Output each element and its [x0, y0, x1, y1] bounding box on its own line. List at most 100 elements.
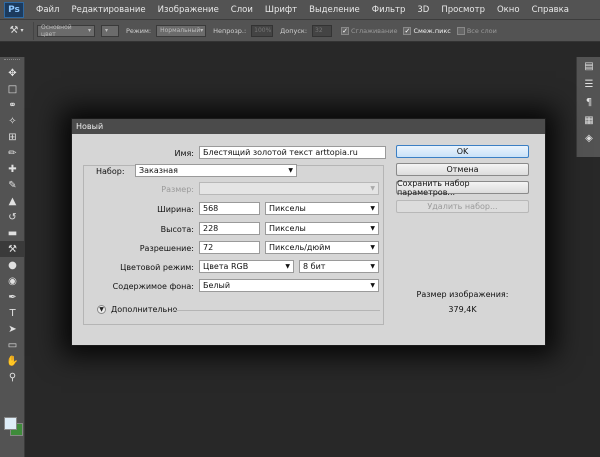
blur-icon[interactable]: ● [0, 257, 25, 273]
resolution-unit-select[interactable]: Пиксель/дюйм ▼ [265, 241, 379, 254]
tolerance-value: 32 [315, 27, 323, 34]
all-layers-label: Все слои [466, 26, 497, 35]
type-icon[interactable]: T [0, 305, 25, 321]
anti-alias-checkbox[interactable]: ✓ [341, 26, 350, 35]
size-select[interactable]: ▼ [199, 182, 379, 195]
delete-preset-button[interactable]: Удалить набор... [396, 200, 529, 213]
paint-bucket-icon[interactable]: ⚒ [0, 241, 25, 257]
crop-icon[interactable]: ⊞ [0, 129, 25, 145]
resolution-unit-value: Пиксель/дюйм [269, 243, 331, 252]
foreground-color-swatch[interactable] [4, 417, 17, 430]
marquee-icon[interactable]: □ [0, 81, 25, 97]
channels-panel-icon[interactable]: ◈ [577, 129, 600, 147]
quick-select-icon[interactable]: ✧ [0, 113, 25, 129]
color-mode-label: Цветовой режим: [120, 263, 194, 272]
menu-3d[interactable]: 3D [411, 5, 435, 15]
eyedropper-icon[interactable]: ✏ [0, 145, 25, 161]
all-layers-checkbox[interactable] [456, 26, 465, 35]
dodge-icon[interactable]: ◉ [0, 273, 25, 289]
color-mode-value: Цвета RGB [203, 262, 249, 271]
fill-source-value: Основной цвет [41, 23, 72, 38]
properties-panel-icon[interactable]: ☰ [577, 75, 600, 93]
resolution-field[interactable]: 72 [199, 241, 260, 254]
shape-icon[interactable]: ▭ [0, 337, 25, 353]
preset-select[interactable]: Заказная ▼ [135, 164, 297, 177]
image-size-value: 379,4K [448, 305, 477, 314]
chevron-down-icon: ▼ [370, 263, 375, 270]
cancel-button[interactable]: Отмена [396, 163, 529, 176]
healing-icon[interactable]: ✚ [0, 161, 25, 177]
width-field[interactable]: 568 [199, 202, 260, 215]
history-brush-icon[interactable]: ↺ [0, 209, 25, 225]
zoom-icon[interactable]: ⚲ [0, 369, 25, 385]
frame-corner [83, 165, 92, 174]
chevron-down-icon: ▼ [370, 282, 375, 289]
menu-filter[interactable]: Фильтр [366, 5, 412, 15]
tools-panel: ✥ □ ⚭ ✧ ⊞ ✏ ✚ ✎ ▲ ↺ ▬ ⚒ ● ◉ ✒ T ➤ ▭ ✋ ⚲ [0, 57, 25, 457]
paint-bucket-icon: ⚒ [9, 25, 19, 36]
chevron-down-icon: ▼ [370, 205, 375, 212]
preset-value: Заказная [139, 166, 178, 175]
width-label: Ширина: [157, 205, 194, 214]
height-unit-select[interactable]: Пикселы ▼ [265, 222, 379, 235]
save-preset-button[interactable]: Сохранить набор параметров... [396, 179, 529, 197]
image-size-label: Размер изображения: [416, 290, 509, 299]
path-select-icon[interactable]: ➤ [0, 321, 25, 337]
contiguous-checkbox[interactable]: ✓ [403, 26, 412, 35]
height-field[interactable]: 228 [199, 222, 260, 235]
move-icon[interactable]: ✥ [0, 65, 25, 81]
menu-view[interactable]: Просмотр [435, 5, 491, 15]
tolerance-label: Допуск: [280, 26, 308, 35]
color-mode-select[interactable]: Цвета RGB ▼ [199, 260, 294, 273]
stamp-icon[interactable]: ▲ [0, 193, 25, 209]
hand-icon[interactable]: ✋ [0, 353, 25, 369]
options-bar: ⚒ ▾ Основной цвет ▾ ▾ Режим: Нормальный ▾ Н… [0, 20, 600, 42]
toolbar-grip[interactable] [4, 59, 20, 63]
lasso-icon[interactable]: ⚭ [0, 97, 25, 113]
bit-depth-value: 8 бит [303, 262, 326, 271]
mode-select[interactable]: Нормальный ▾ [156, 24, 207, 37]
tolerance-field[interactable]: 32 [312, 24, 333, 37]
opacity-value: 100% [254, 27, 272, 34]
menu-edit[interactable]: Редактирование [65, 5, 151, 15]
history-panel-icon[interactable]: ▤ [577, 57, 600, 75]
dialog-title: Новый [72, 119, 545, 134]
panel-dock: ▤ ☰ ¶ ▦ ◈ [576, 57, 600, 157]
width-unit-select[interactable]: Пикселы ▼ [265, 202, 379, 215]
chevron-down-icon: ▼ [288, 167, 293, 174]
chevron-down-icon: ▼ [370, 225, 375, 232]
name-label: Имя: [174, 149, 194, 158]
menu-type[interactable]: Шрифт [259, 5, 303, 15]
menu-file[interactable]: Файл [30, 5, 65, 15]
eraser-icon[interactable]: ▬ [0, 225, 25, 241]
size-label: Размер: [161, 185, 194, 194]
ok-button[interactable]: OK [396, 145, 529, 158]
menu-window[interactable]: Окно [491, 5, 526, 15]
photoshop-logo-icon: Ps [4, 1, 24, 18]
advanced-divider [172, 310, 380, 311]
menu-select[interactable]: Выделение [303, 5, 366, 15]
bit-depth-select[interactable]: 8 бит ▼ [299, 260, 379, 273]
background-label: Содержимое фона: [112, 282, 194, 291]
tool-preset-picker[interactable]: ⚒ ▾ [0, 21, 34, 40]
brush-icon[interactable]: ✎ [0, 177, 25, 193]
advanced-toggle-icon[interactable]: ▼ [97, 305, 106, 314]
paragraph-panel-icon[interactable]: ¶ [577, 93, 600, 111]
layers-panel-icon[interactable]: ▦ [577, 111, 600, 129]
chevron-down-icon: ▼ [370, 244, 375, 251]
mode-label: Режим: [126, 26, 152, 35]
menu-help[interactable]: Справка [526, 5, 575, 15]
menu-image[interactable]: Изображение [152, 5, 225, 15]
menu-layers[interactable]: Слои [225, 5, 259, 15]
background-select[interactable]: Белый ▼ [199, 279, 379, 292]
background-value: Белый [203, 281, 231, 290]
advanced-label[interactable]: Дополнительно [111, 305, 177, 314]
chevron-down-icon: ▼ [370, 185, 375, 192]
name-field[interactable]: Блестящий золотой текст arttopia.ru [199, 146, 386, 159]
height-unit-value: Пикселы [269, 224, 306, 233]
pattern-picker[interactable]: ▾ [101, 24, 119, 37]
fill-source-select[interactable]: Основной цвет ▾ [37, 23, 95, 38]
opacity-field[interactable]: 100% [251, 24, 274, 37]
pen-icon[interactable]: ✒ [0, 289, 25, 305]
chevron-down-icon: ▼ [285, 263, 290, 270]
